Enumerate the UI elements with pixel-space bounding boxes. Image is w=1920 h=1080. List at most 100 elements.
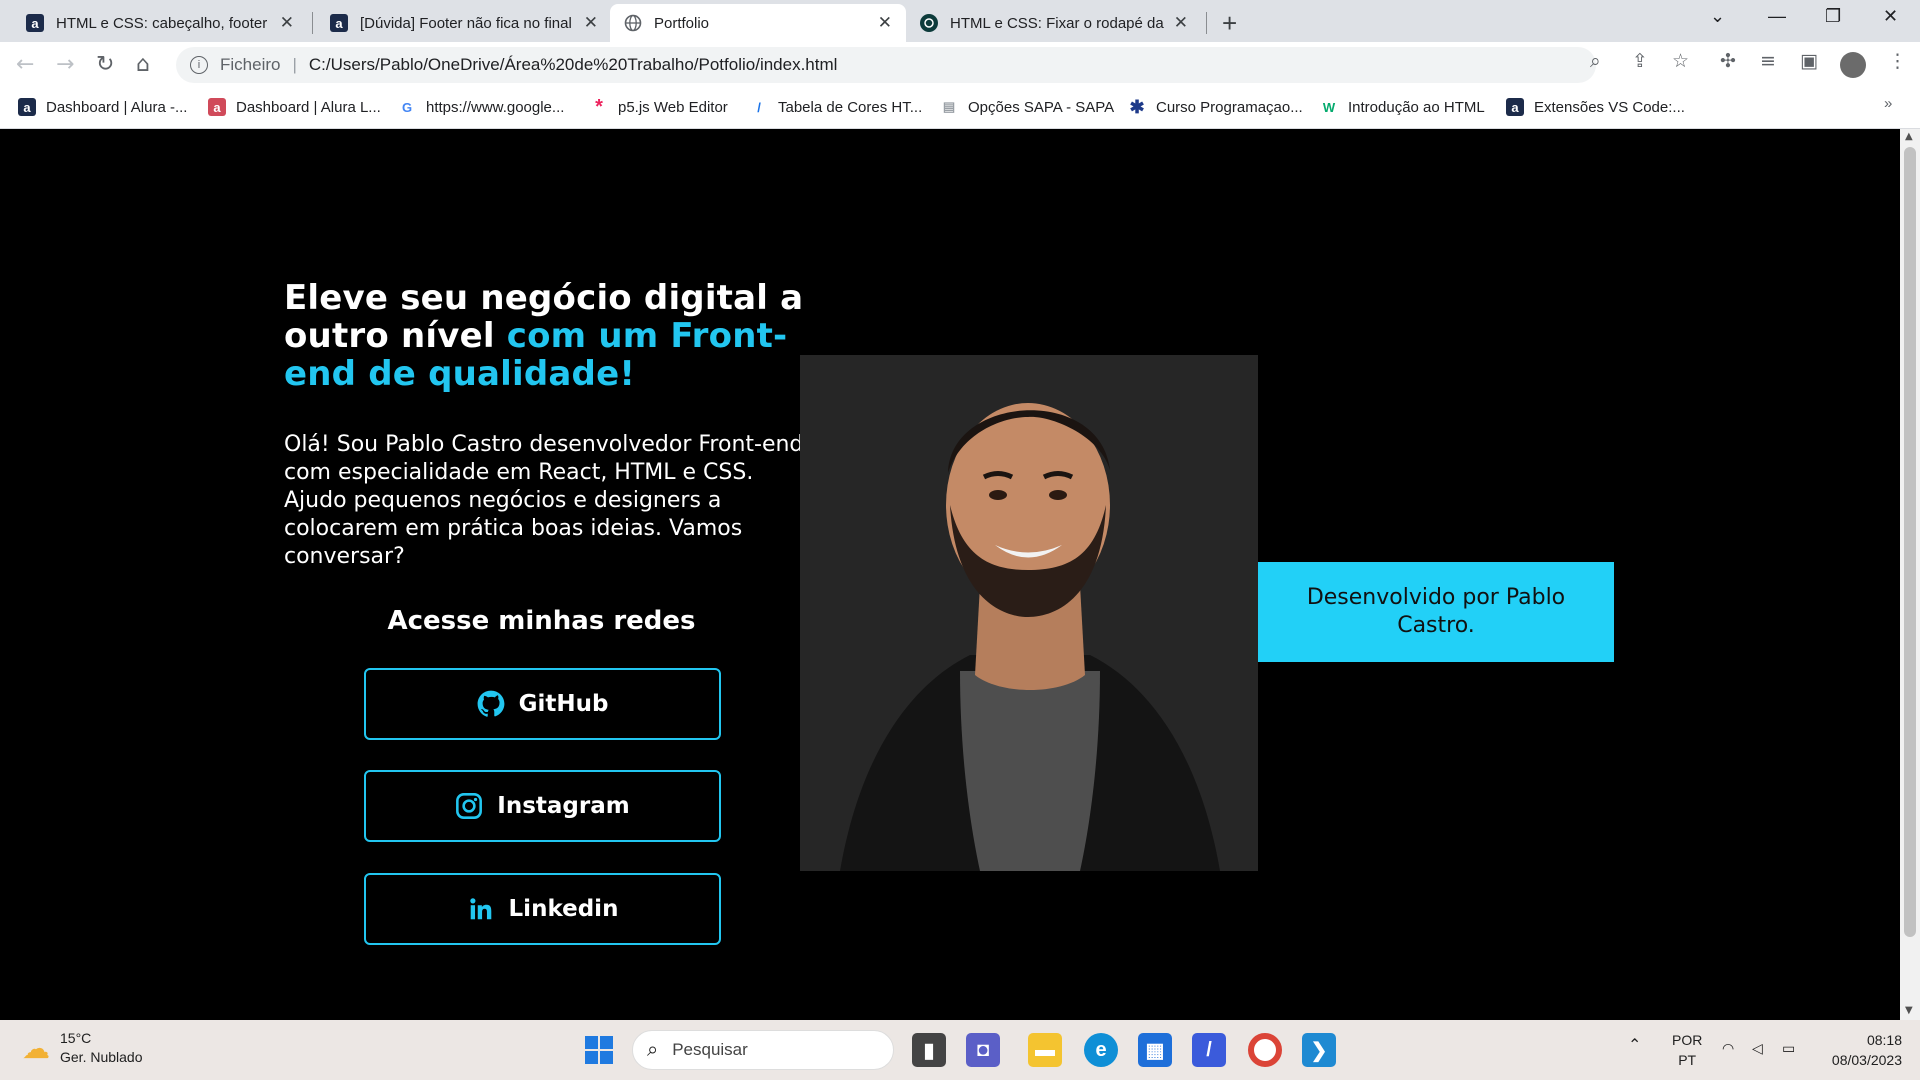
alura-icon: a [330, 14, 348, 32]
close-window-button[interactable]: ✕ [1883, 6, 1898, 27]
bookmark-item[interactable]: a Dashboard | Alura -... [18, 98, 187, 116]
instagram-label: Instagram [497, 793, 630, 819]
bookmark-star-icon[interactable]: ☆ [1672, 50, 1689, 72]
tab-title: Portfolio [654, 14, 710, 32]
github-button[interactable]: GitHub [364, 668, 721, 740]
weather-temp: 15°C [60, 1030, 92, 1046]
footer-text: Desenvolvido por Pablo Castro. [1306, 585, 1566, 638]
wifi-icon[interactable]: ◠ [1722, 1038, 1734, 1058]
bookmark-label: p5.js Web Editor [618, 98, 728, 116]
back-arrow-icon[interactable]: ← [16, 52, 34, 77]
new-tab-button[interactable]: + [1222, 8, 1237, 39]
windows-start-icon[interactable] [582, 1033, 616, 1067]
linkedin-label: Linkedin [508, 896, 619, 922]
cloud-sun-icon: ☁ [22, 1032, 50, 1064]
close-icon[interactable]: ✕ [280, 13, 294, 33]
close-icon[interactable]: ✕ [878, 13, 892, 33]
p5-icon: * [595, 95, 603, 118]
clock[interactable]: 08:18 08/03/2023 [1822, 1030, 1902, 1070]
weather-widget[interactable]: ☁ 15°C Ger. Nublado [22, 1029, 143, 1067]
github-label: GitHub [518, 691, 609, 717]
reload-icon[interactable]: ↻ [96, 52, 114, 77]
bookmark-label: https://www.google... [426, 98, 565, 116]
taskbar-search[interactable]: ⌕ Pesquisar [632, 1030, 894, 1070]
star-icon: ✱ [1129, 96, 1145, 117]
alura-icon: a [18, 98, 36, 116]
media-queue-icon[interactable]: ≡ [1760, 50, 1776, 72]
bookmark-item[interactable]: W Introdução ao HTML [1320, 98, 1485, 116]
page-scrollbar[interactable]: ▲ ▼ [1900, 129, 1920, 1020]
tab-duvida-footer[interactable]: a [Dúvida] Footer não fica no final ✕ [316, 4, 612, 42]
forward-arrow-icon[interactable]: → [56, 52, 74, 77]
menu-kebab-icon[interactable]: ⋮ [1888, 50, 1907, 72]
battery-icon[interactable]: ▭ [1782, 1038, 1795, 1058]
tab-title: [Dúvida] Footer não fica no final [360, 14, 572, 32]
task-view-icon[interactable]: ▮ [912, 1033, 946, 1067]
brush-icon: / [757, 99, 761, 115]
info-icon[interactable]: i [190, 56, 208, 74]
profile-photo [800, 355, 1258, 871]
extensions-icon[interactable]: ✣ [1720, 50, 1736, 72]
tab-title: HTML e CSS: cabeçalho, footer e [56, 14, 272, 32]
linkedin-icon [467, 895, 495, 923]
chrome-icon[interactable] [1248, 1033, 1282, 1067]
bookmark-item[interactable]: / Tabela de Cores HT... [750, 98, 922, 116]
bookmark-item[interactable]: a Dashboard | Alura L... [208, 98, 381, 116]
social-title: Acesse minhas redes [387, 606, 696, 636]
minimize-button[interactable]: — [1768, 6, 1786, 27]
tab-search-chevron-icon[interactable]: ⌄ [1710, 6, 1725, 27]
tab-title: HTML e CSS: Fixar o rodapé da p [950, 14, 1166, 32]
scrollbar-thumb[interactable] [1904, 147, 1916, 937]
instagram-button[interactable]: Instagram [364, 770, 721, 842]
bookmarks-bar: a Dashboard | Alura -... a Dashboard | A… [0, 89, 1920, 129]
address-divider: | [292, 55, 297, 74]
visual-studio-icon[interactable]: / [1192, 1033, 1226, 1067]
address-bar[interactable]: i Ficheiro | C:/Users/Pablo/OneDrive/Áre… [176, 47, 1596, 83]
volume-icon[interactable]: ◁ [1752, 1038, 1763, 1058]
tab-html-css-cabecalho[interactable]: a HTML e CSS: cabeçalho, footer e ✕ [12, 4, 308, 42]
profile-avatar[interactable] [1840, 52, 1866, 78]
vscode-icon[interactable]: ❯ [1302, 1033, 1336, 1067]
address-scheme: Ficheiro [220, 55, 281, 74]
restore-button[interactable]: ❐ [1825, 6, 1841, 27]
weather-desc: Ger. Nublado [60, 1049, 143, 1065]
alura-icon: a [26, 14, 44, 32]
home-icon[interactable]: ⌂ [136, 52, 150, 77]
bookmark-label: Tabela de Cores HT... [778, 98, 923, 116]
instagram-icon [455, 792, 483, 820]
bookmark-item[interactable]: G https://www.google... [398, 98, 564, 116]
page-viewport: Eleve seu negócio digital a outro nível … [0, 129, 1900, 1020]
tab-fixar-rodape[interactable]: HTML e CSS: Fixar o rodapé da p ✕ [906, 4, 1202, 42]
scroll-up-icon[interactable]: ▲ [1905, 131, 1913, 142]
alura-icon: a [208, 98, 226, 116]
file-explorer-icon[interactable]: ▬ [1028, 1033, 1062, 1067]
bookmark-label: Dashboard | Alura L... [236, 98, 381, 116]
close-icon[interactable]: ✕ [584, 13, 598, 33]
linkedin-button[interactable]: Linkedin [364, 873, 721, 945]
store-icon[interactable]: ▦ [1138, 1033, 1172, 1067]
bookmark-item[interactable]: ✱ Curso Programaçao... [1128, 96, 1302, 117]
zoom-icon[interactable]: ⌕ [1590, 50, 1601, 72]
scroll-down-icon[interactable]: ▼ [1905, 1005, 1913, 1016]
bookmark-label: Introdução ao HTML [1348, 98, 1485, 116]
close-icon[interactable]: ✕ [1174, 13, 1188, 33]
edge-icon[interactable]: e [1084, 1033, 1118, 1067]
doc-icon: ▤ [942, 99, 956, 114]
tray-chevron-icon[interactable]: ⌃ [1628, 1036, 1641, 1056]
tab-portfolio[interactable]: Portfolio ✕ [610, 4, 906, 42]
share-icon[interactable]: ⇪ [1632, 50, 1648, 72]
address-url[interactable]: C:/Users/Pablo/OneDrive/Área%20de%20Trab… [309, 55, 838, 75]
bookmark-item[interactable]: ▤ Opções SAPA - SAPA [940, 98, 1114, 116]
bookmark-item[interactable]: a Extensões VS Code:... [1506, 98, 1685, 116]
w3-icon: W [1322, 99, 1336, 115]
more-bookmarks-icon[interactable]: » [1884, 95, 1892, 112]
tab-separator [1206, 12, 1207, 34]
clock-date: 08/03/2023 [1831, 1052, 1902, 1068]
bookmark-item[interactable]: * p5.js Web Editor [590, 95, 728, 118]
language-indicator[interactable]: POR PT [1672, 1030, 1702, 1070]
tab-strip: a HTML e CSS: cabeçalho, footer e ✕ a [D… [0, 0, 1920, 42]
side-panel-icon[interactable]: ▣ [1800, 50, 1818, 72]
teams-chat-icon[interactable]: ◘ [966, 1033, 1000, 1067]
page-headline: Eleve seu negócio digital a outro nível … [284, 279, 804, 393]
bookmark-label: Extensões VS Code:... [1534, 98, 1685, 116]
